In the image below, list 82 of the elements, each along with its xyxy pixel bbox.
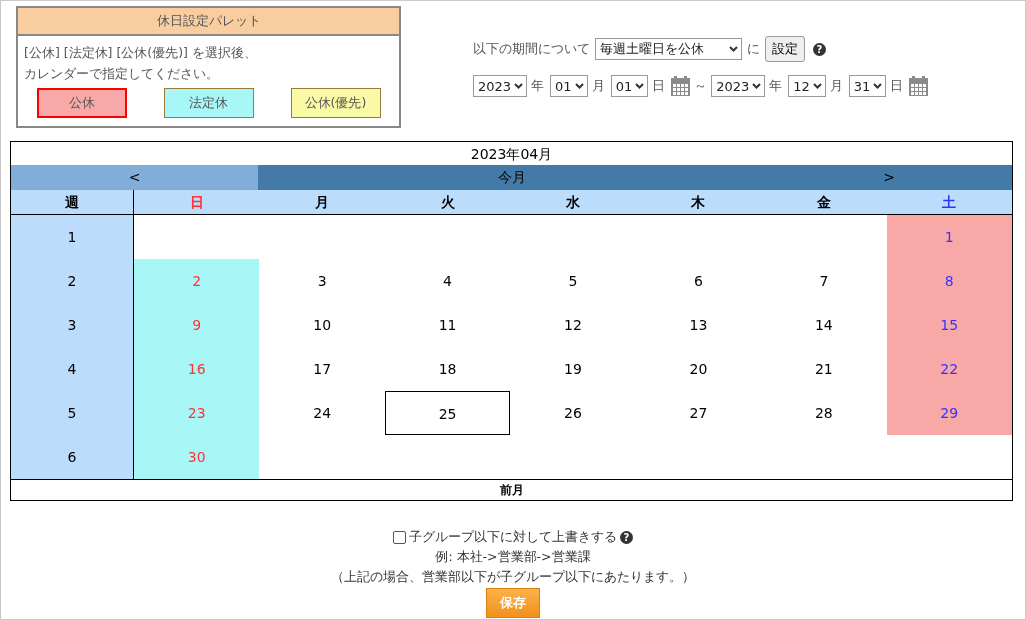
calendar-day[interactable]: 12 [510, 303, 636, 347]
calendar-title: 2023年04月 [469, 145, 554, 164]
calendar-day[interactable]: 13 [635, 303, 762, 347]
previous-month-button[interactable]: < [11, 165, 258, 190]
date-unit-label: 月 [829, 77, 843, 95]
overwrite-label[interactable]: 子グループ以下に対して上書きする [409, 527, 617, 547]
calendar-day[interactable]: 19 [510, 347, 636, 391]
weekday-header: 金 [761, 190, 887, 215]
help-icon[interactable]: ? [620, 530, 633, 544]
caret-icon [729, 46, 738, 52]
calendar-day[interactable]: 24 [259, 391, 385, 435]
calendar-day[interactable]: 29 [886, 391, 1012, 435]
date-unit-label: 日 [890, 77, 904, 95]
calendar-icon[interactable] [671, 76, 691, 96]
calendar-day[interactable]: 7 [761, 259, 887, 303]
calendar-day[interactable]: 25 [384, 391, 511, 435]
note-text: （上記の場合、営業部以下が子グループ以下にあたります。） [331, 568, 695, 586]
current-month-button[interactable]: 今月 [258, 165, 766, 190]
example-text: 例: 本社->営業部->営業課 [435, 548, 591, 566]
weekday-header: 土 [886, 190, 1012, 215]
palette-title: 休日設定パレット [18, 8, 399, 36]
calendar-day[interactable]: 18 [384, 347, 511, 391]
date-select[interactable]: 12 [788, 75, 826, 97]
weekday-header: 木 [635, 190, 762, 215]
holiday-type-button[interactable]: 公休(優先) [290, 88, 381, 118]
calendar-day[interactable]: 11 [384, 303, 511, 347]
weekday-header: 月 [259, 190, 385, 215]
caret-icon [574, 83, 584, 89]
date-select[interactable]: 2023 [711, 75, 766, 97]
overwrite-checkbox[interactable] [393, 530, 406, 544]
calendar-day[interactable]: 6 [635, 259, 762, 303]
connector-text: に [747, 40, 760, 58]
holiday-type-button[interactable]: 公休 [36, 88, 127, 118]
range-separator: ～ [694, 77, 708, 95]
set-button[interactable]: 設定 [765, 36, 805, 62]
caret-icon [752, 83, 762, 89]
palette-instructions: カレンダーで指定してください。 [24, 65, 220, 83]
date-select[interactable]: 2023 [473, 75, 528, 97]
calendar-day[interactable]: 15 [886, 303, 1012, 347]
help-icon[interactable]: ? [813, 42, 826, 56]
calendar-day[interactable]: 8 [886, 259, 1012, 303]
calendar-day[interactable]: 27 [635, 391, 762, 435]
week-number: 3 [11, 303, 134, 347]
calendar-day[interactable]: 3 [259, 259, 385, 303]
rule-select[interactable]: 毎週土曜日を公休 [595, 38, 742, 60]
palette-instructions: [公休] [法定休] [公休(優先)] を選択後、 [24, 44, 258, 62]
date-unit-label: 年 [769, 77, 783, 95]
calendar-day[interactable]: 1 [886, 215, 1012, 259]
calendar-day[interactable]: 4 [384, 259, 511, 303]
date-unit-label: 年 [531, 77, 545, 95]
week-number: 2 [11, 259, 134, 303]
period-label: 以下の期間について [473, 40, 590, 58]
week-number: 1 [11, 215, 134, 259]
calendar-day[interactable]: 20 [635, 347, 762, 391]
caret-icon [514, 83, 524, 89]
weekday-header: 水 [510, 190, 636, 215]
week-number: 6 [11, 435, 134, 479]
previous-month-link[interactable]: 前月 [11, 479, 1012, 500]
date-select[interactable]: 31 [848, 75, 887, 97]
week-number: 5 [11, 391, 134, 435]
calendar-day[interactable]: 28 [761, 391, 887, 435]
calendar-day[interactable]: 26 [510, 391, 636, 435]
date-select[interactable]: 01 [610, 75, 649, 97]
calendar-day[interactable]: 17 [259, 347, 385, 391]
caret-icon [635, 83, 645, 89]
calendar-day[interactable]: 21 [761, 347, 887, 391]
week-header: 週 [11, 190, 134, 215]
calendar-day[interactable]: 22 [886, 347, 1012, 391]
date-unit-label: 月 [591, 77, 605, 95]
weekday-header: 火 [384, 190, 511, 215]
week-number: 4 [11, 347, 134, 391]
calendar-icon[interactable] [909, 76, 929, 96]
calendar-day[interactable]: 14 [761, 303, 887, 347]
date-unit-label: 日 [652, 77, 666, 95]
next-month-button[interactable]: > [766, 165, 1012, 190]
caret-icon [873, 83, 883, 89]
weekday-header: 日 [134, 190, 260, 215]
calendar-day[interactable]: 5 [510, 259, 636, 303]
caret-icon [812, 83, 822, 89]
calendar-day[interactable]: 10 [259, 303, 385, 347]
holiday-type-button[interactable]: 法定休 [163, 88, 254, 118]
date-select[interactable]: 01 [550, 75, 588, 97]
